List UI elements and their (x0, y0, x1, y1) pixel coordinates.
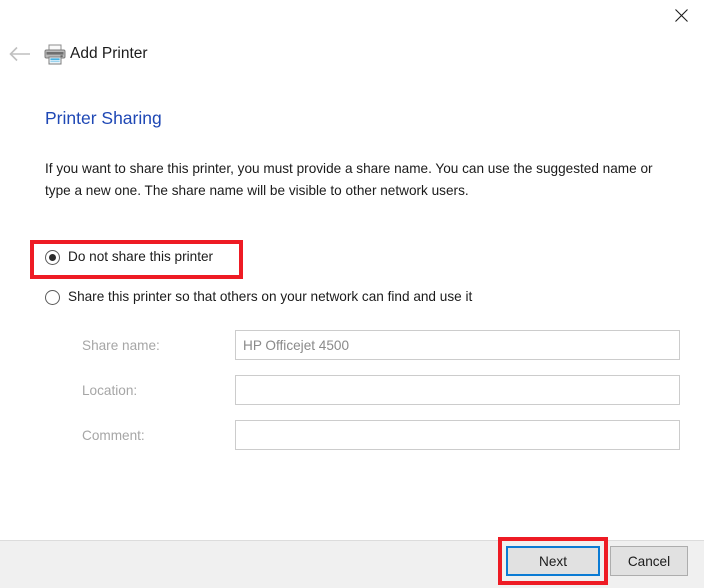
page-title: Printer Sharing (45, 108, 162, 128)
close-icon (674, 8, 688, 22)
next-button[interactable]: Next (506, 546, 600, 576)
radio-selected-icon[interactable] (45, 249, 60, 265)
back-button[interactable] (5, 39, 35, 69)
printer-icon (44, 44, 66, 65)
intro-text: If you want to share this printer, you m… (45, 161, 653, 198)
close-button[interactable] (658, 0, 704, 30)
radio-label-do-not-share: Do not share this printer (68, 249, 214, 264)
wizard-nav-row: Add Printer (0, 36, 704, 76)
comment-label: Comment: (82, 428, 145, 443)
arrow-left-icon (9, 46, 30, 62)
location-label: Location: (82, 383, 138, 398)
location-input[interactable] (235, 375, 680, 405)
radio-unselected-icon[interactable] (45, 289, 60, 305)
wizard-title: Add Printer (70, 45, 148, 62)
title-bar (0, 0, 704, 32)
add-printer-dialog: Add Printer Printer Sharing If you want … (0, 0, 704, 588)
comment-input[interactable] (235, 420, 680, 450)
cancel-button[interactable]: Cancel (610, 546, 688, 576)
radio-option-share[interactable]: Share this printer so that others on you… (45, 288, 472, 306)
radio-label-share: Share this printer so that others on you… (68, 289, 473, 304)
share-name-label: Share name: (82, 338, 160, 353)
radio-option-do-not-share[interactable]: Do not share this printer (45, 248, 213, 266)
share-name-input[interactable] (235, 330, 680, 360)
